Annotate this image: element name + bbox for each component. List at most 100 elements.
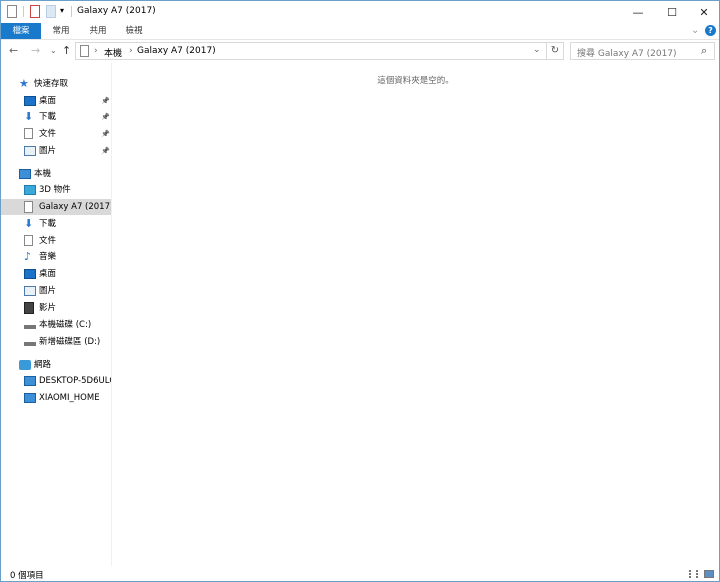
up-button[interactable]: ↑ [62,44,71,57]
nav-item[interactable]: 桌面 📌 [1,93,111,109]
document-icon [24,235,33,246]
network-icon [19,360,31,370]
drive-icon [24,342,36,346]
expand-ribbon-icon[interactable]: ⌄ [691,25,699,36]
tab-home[interactable]: 常用 [47,23,75,39]
nav-item[interactable]: Galaxy A7 (2017) [1,199,111,215]
tab-share[interactable]: 共用 [84,23,112,39]
search-placeholder: 搜尋 Galaxy A7 (2017) [577,49,677,59]
tab-view[interactable]: 檢視 [120,23,148,39]
status-bar: 0 個項目 [1,567,719,582]
breadcrumb-this-pc[interactable]: 本機 [104,46,122,59]
navigation-pane: ★ 快速存取桌面 📌 ⬇ 下載 📌 文件 📌 圖片 📌 本機 3D 物件 Galaxy A7 (2017… [1,63,112,566]
search-input[interactable]: 搜尋 Galaxy A7 (2017) ⌕ [570,42,715,60]
pictures-icon [24,286,36,296]
nav-item-label: 快速存取 [34,79,69,89]
breadcrumb-galaxy[interactable]: Galaxy A7 (2017) [137,46,216,56]
nav-this-pc[interactable]: 本機 [1,166,111,182]
nav-quick-access[interactable]: ★ 快速存取 [1,76,111,92]
nav-item[interactable]: 3D 物件 [1,182,111,198]
nav-item[interactable]: 影片 [1,300,111,316]
pin-icon[interactable]: 📌 [101,143,110,159]
nav-item-label: 網路 [34,360,52,370]
nav-item-label: 新增磁碟區 (D:) [39,337,101,347]
address-bar[interactable]: › 本機 › Galaxy A7 (2017) [75,42,547,60]
nav-item[interactable]: XIAOMI_HOME [1,390,111,406]
pin-icon[interactable]: 📌 [101,126,110,142]
nav-item-label: 圖片 [39,286,57,296]
nav-item-label: Galaxy A7 (2017) [39,202,111,212]
nav-item-label: 本機 [34,169,52,179]
explorer-window: ▾ Galaxy A7 (2017) — ☐ ✕ 檔案 常用 共用 檢視 ⌄ ?… [0,0,720,582]
nav-item[interactable]: 桌面 [1,266,111,282]
new-folder-icon[interactable] [46,5,56,18]
nav-item-label: 文件 [39,236,57,246]
nav-item-label: 圖片 [39,146,57,156]
tab-file[interactable]: 檔案 [1,23,41,39]
videos-icon [24,302,34,314]
nav-item[interactable]: 本機磁碟 (C:) [1,317,111,333]
star-icon: ★ [19,77,29,90]
window-title: Galaxy A7 (2017) [77,6,156,16]
forward-button[interactable]: → [31,44,40,57]
nav-item-label: 下載 [39,219,57,229]
nav-item[interactable]: 圖片 📌 [1,143,111,159]
download-icon: ⬇ [24,217,34,230]
nav-item-label: 音樂 [39,252,57,262]
search-icon: ⌕ [701,44,708,57]
customize-toolbar-icon[interactable]: ▾ [60,6,64,15]
address-dropdown-icon[interactable]: ⌄ [533,45,541,55]
device-icon [80,45,89,57]
nav-item[interactable]: 圖片 [1,283,111,299]
divider [23,6,24,17]
3d-objects-icon [24,185,36,195]
download-icon: ⬇ [24,110,34,123]
refresh-button[interactable]: ↻ [546,42,564,60]
this-pc-icon [19,169,31,179]
title-bar: ▾ Galaxy A7 (2017) — ☐ ✕ [1,1,719,23]
nav-item-label: XIAOMI_HOME [39,393,100,403]
nav-item-label: 3D 物件 [39,185,71,195]
desktop-icon [24,269,36,279]
breadcrumb-separator: › [129,46,133,56]
nav-item[interactable]: ⬇ 下載 [1,216,111,232]
nav-item[interactable]: 文件 [1,233,111,249]
item-count: 0 個項目 [10,571,44,581]
nav-network[interactable]: 網路 [1,357,111,373]
minimize-button[interactable]: — [621,1,655,23]
device-icon [24,201,33,213]
nav-item-label: DESKTOP-5D6ULQ [39,376,111,386]
nav-item[interactable]: ⬇ 下載 📌 [1,109,111,125]
pin-icon[interactable]: 📌 [101,93,110,109]
divider [71,6,72,17]
nav-item-label: 桌面 [39,269,57,279]
desktop-icon [24,96,36,106]
maximize-button[interactable]: ☐ [655,1,689,23]
close-button[interactable]: ✕ [687,1,720,23]
details-view-icon[interactable] [689,570,698,578]
document-icon [24,128,33,139]
ribbon-tabs: 檔案 常用 共用 檢視 ⌄ ? [1,23,719,40]
empty-folder-message: 這個資料夾是空的。 [377,76,454,86]
computer-icon [24,393,36,403]
properties-icon[interactable] [7,5,17,18]
nav-item[interactable]: 新增磁碟區 (D:) [1,334,111,350]
recent-locations-button[interactable]: ⌄ [50,46,57,55]
music-icon: ♪ [24,250,32,263]
large-icons-view-icon[interactable] [704,570,714,578]
nav-item-label: 下載 [39,112,57,122]
nav-item-label: 文件 [39,129,57,139]
computer-icon [24,376,36,386]
back-button[interactable]: ← [9,44,18,57]
breadcrumb-separator: › [94,46,98,56]
pin-icon[interactable]: 📌 [101,109,110,125]
nav-item[interactable]: ♪ 音樂 [1,249,111,265]
nav-item[interactable]: DESKTOP-5D6ULQ [1,373,111,389]
nav-item[interactable]: 文件 📌 [1,126,111,142]
nav-item-label: 本機磁碟 (C:) [39,320,92,330]
nav-item-label: 桌面 [39,96,57,106]
help-icon[interactable]: ? [705,25,716,36]
drive-icon [24,325,36,329]
checklist-icon[interactable] [30,5,40,18]
pictures-icon [24,146,36,156]
